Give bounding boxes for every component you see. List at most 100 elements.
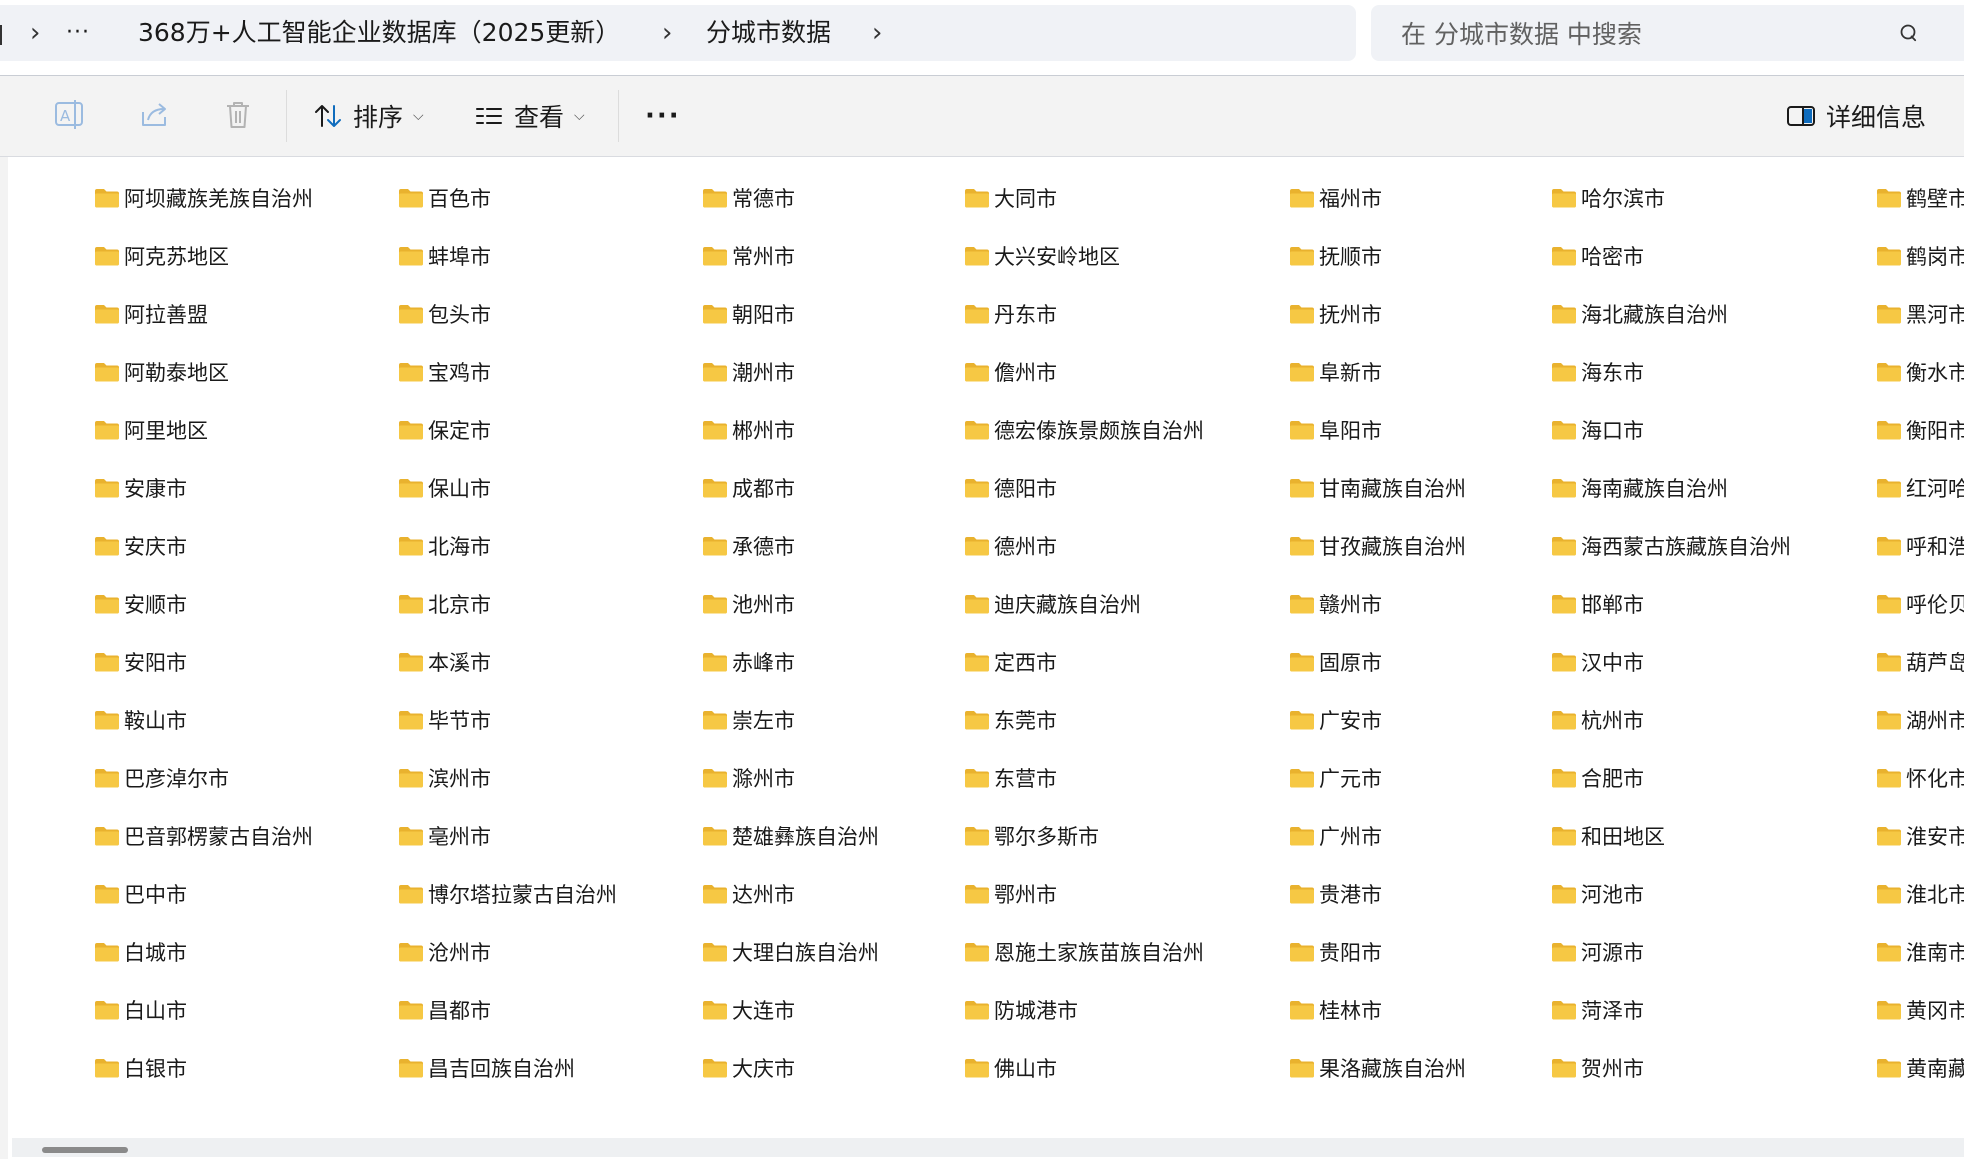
folder-item[interactable]: 广元市	[1289, 759, 1382, 797]
search-input[interactable]	[1399, 5, 1883, 63]
folder-item[interactable]: 赤峰市	[702, 643, 795, 681]
folder-item[interactable]: 北京市	[398, 585, 491, 623]
folder-item[interactable]: 东莞市	[964, 701, 1057, 739]
folder-item[interactable]: 淮安市	[1876, 817, 1964, 855]
folder-item[interactable]: 潮州市	[702, 353, 795, 391]
folder-item[interactable]: 抚顺市	[1289, 237, 1382, 275]
folder-item[interactable]: 沧州市	[398, 933, 491, 971]
folder-item[interactable]: 白银市	[94, 1049, 187, 1087]
folder-item[interactable]: 迪庆藏族自治州	[964, 585, 1141, 623]
folder-item[interactable]: 杭州市	[1551, 701, 1644, 739]
chevron-right-icon[interactable]: ›	[662, 5, 672, 61]
folder-item[interactable]: 鹤岗市	[1876, 237, 1964, 275]
folder-item[interactable]: 楚雄彝族自治州	[702, 817, 879, 855]
folder-item[interactable]: 常州市	[702, 237, 795, 275]
folder-item[interactable]: 阜新市	[1289, 353, 1382, 391]
folder-item[interactable]: 丹东市	[964, 295, 1057, 333]
folder-item[interactable]: 毕节市	[398, 701, 491, 739]
folder-item[interactable]: 菏泽市	[1551, 991, 1644, 1029]
folder-item[interactable]: 巴音郭楞蒙古自治州	[94, 817, 313, 855]
folder-item[interactable]: 包头市	[398, 295, 491, 333]
folder-item[interactable]: 海北藏族自治州	[1551, 295, 1728, 333]
folder-item[interactable]: 防城港市	[964, 991, 1078, 1029]
folder-item[interactable]: 蚌埠市	[398, 237, 491, 275]
folder-item[interactable]: 安顺市	[94, 585, 187, 623]
folder-item[interactable]: 滁州市	[702, 759, 795, 797]
folder-item[interactable]: 和田地区	[1551, 817, 1665, 855]
folder-item[interactable]: 池州市	[702, 585, 795, 623]
folder-item[interactable]: 东营市	[964, 759, 1057, 797]
folder-item[interactable]: 安康市	[94, 469, 187, 507]
search-box[interactable]	[1371, 5, 1964, 63]
more-options-button[interactable]: ···	[645, 76, 681, 156]
folder-item[interactable]: 哈尔滨市	[1551, 179, 1665, 217]
folder-item[interactable]: 呼伦贝	[1876, 585, 1964, 623]
folder-item[interactable]: 邯郸市	[1551, 585, 1644, 623]
folder-item[interactable]: 大连市	[702, 991, 795, 1029]
folder-item[interactable]: 合肥市	[1551, 759, 1644, 797]
folder-item[interactable]: 大同市	[964, 179, 1057, 217]
folder-item[interactable]: 河源市	[1551, 933, 1644, 971]
folder-item[interactable]: 安阳市	[94, 643, 187, 681]
folder-item[interactable]: 海南藏族自治州	[1551, 469, 1728, 507]
folder-item[interactable]: 黑河市	[1876, 295, 1964, 333]
folder-item[interactable]: 贺州市	[1551, 1049, 1644, 1087]
chevron-right-icon[interactable]: ›	[872, 5, 882, 61]
horizontal-scrollbar[interactable]	[8, 1136, 1964, 1159]
folder-item[interactable]: 葫芦岛	[1876, 643, 1964, 681]
folder-item[interactable]: 广州市	[1289, 817, 1382, 855]
folder-item[interactable]: 鹤壁市	[1876, 179, 1964, 217]
folder-item[interactable]: 阿勒泰地区	[94, 353, 229, 391]
folder-item[interactable]: 鄂尔多斯市	[964, 817, 1099, 855]
folder-item[interactable]: 哈密市	[1551, 237, 1644, 275]
folder-item[interactable]: 甘南藏族自治州	[1289, 469, 1466, 507]
folder-item[interactable]: 崇左市	[702, 701, 795, 739]
folder-item[interactable]: 衡阳市	[1876, 411, 1964, 449]
view-button[interactable]: 查看 ⌵	[474, 76, 585, 156]
folder-item[interactable]: 德阳市	[964, 469, 1057, 507]
scrollbar-thumb[interactable]	[42, 1147, 128, 1153]
folder-item[interactable]: 保山市	[398, 469, 491, 507]
folder-item[interactable]: 白城市	[94, 933, 187, 971]
folder-item[interactable]: 阿里地区	[94, 411, 208, 449]
folder-item[interactable]: 德州市	[964, 527, 1057, 565]
folder-item[interactable]: 河池市	[1551, 875, 1644, 913]
share-icon[interactable]	[138, 98, 172, 132]
folder-item[interactable]: 博尔塔拉蒙古自治州	[398, 875, 617, 913]
folder-item[interactable]: 常德市	[702, 179, 795, 217]
folder-item[interactable]: 抚州市	[1289, 295, 1382, 333]
folder-item[interactable]: 巴中市	[94, 875, 187, 913]
folder-item[interactable]: 保定市	[398, 411, 491, 449]
folder-item[interactable]: 亳州市	[398, 817, 491, 855]
folder-item[interactable]: 承德市	[702, 527, 795, 565]
folder-item[interactable]: 巴彦淖尔市	[94, 759, 229, 797]
folder-item[interactable]: 阜阳市	[1289, 411, 1382, 449]
folder-item[interactable]: 桂林市	[1289, 991, 1382, 1029]
folder-item[interactable]: 成都市	[702, 469, 795, 507]
folder-item[interactable]: 佛山市	[964, 1049, 1057, 1087]
folder-item[interactable]: 大庆市	[702, 1049, 795, 1087]
folder-item[interactable]: 儋州市	[964, 353, 1057, 391]
folder-item[interactable]: 淮南市	[1876, 933, 1964, 971]
folder-item[interactable]: 滨州市	[398, 759, 491, 797]
folder-item[interactable]: 郴州市	[702, 411, 795, 449]
rename-icon[interactable]: A	[53, 98, 87, 132]
folder-item[interactable]: 鄂州市	[964, 875, 1057, 913]
folder-item[interactable]: 海东市	[1551, 353, 1644, 391]
folder-item[interactable]: 淮北市	[1876, 875, 1964, 913]
folder-item[interactable]: 朝阳市	[702, 295, 795, 333]
chevron-right-icon[interactable]: ›	[30, 5, 40, 61]
breadcrumb-item-database[interactable]: 368万+人工智能企业数据库（2025更新）	[138, 5, 620, 61]
search-icon[interactable]	[1899, 23, 1921, 45]
folder-item[interactable]: 贵阳市	[1289, 933, 1382, 971]
folder-item[interactable]: 贵港市	[1289, 875, 1382, 913]
folder-item[interactable]: 阿拉善盟	[94, 295, 208, 333]
folder-item[interactable]: 福州市	[1289, 179, 1382, 217]
folder-item[interactable]: 德宏傣族景颇族自治州	[964, 411, 1204, 449]
folder-item[interactable]: 本溪市	[398, 643, 491, 681]
folder-item[interactable]: 大理白族自治州	[702, 933, 879, 971]
folder-item[interactable]: 黄冈市	[1876, 991, 1964, 1029]
folder-item[interactable]: 百色市	[398, 179, 491, 217]
folder-item[interactable]: 恩施土家族苗族自治州	[964, 933, 1204, 971]
folder-item[interactable]: 阿克苏地区	[94, 237, 229, 275]
